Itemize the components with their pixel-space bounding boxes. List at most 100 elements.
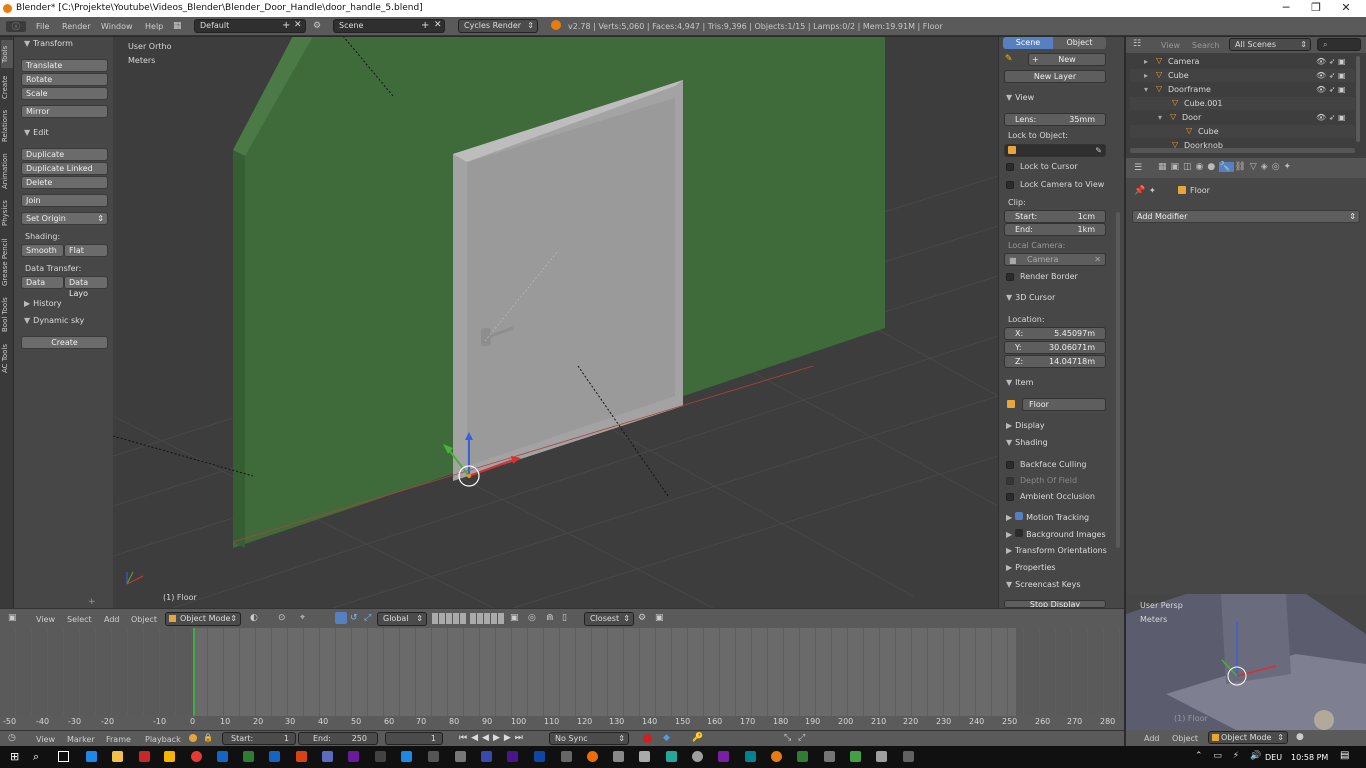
preview-add-menu[interactable]: Add — [1144, 734, 1160, 743]
preview-shading-icon[interactable]: ● — [1296, 732, 1304, 742]
outliner-view-menu[interactable]: View — [1161, 41, 1180, 50]
viewport-view-menu[interactable]: View — [36, 615, 55, 624]
menu-window[interactable]: Window — [101, 22, 133, 31]
data-layout-button[interactable]: Data Layo — [64, 276, 108, 298]
outliner-search-menu[interactable]: Search — [1192, 41, 1219, 50]
timeline-playback-menu[interactable]: Playback — [145, 735, 181, 744]
app-icon[interactable] — [666, 751, 677, 762]
checkbox-icon[interactable] — [1015, 529, 1024, 537]
cursor-x-field[interactable]: X: 5.45097m — [1004, 327, 1106, 340]
app-icon[interactable] — [824, 751, 835, 762]
app-icon[interactable] — [876, 751, 887, 762]
npanel-scrollbar[interactable] — [1116, 212, 1120, 548]
language-indicator[interactable]: DEU — [1265, 753, 1282, 762]
new-layer-button[interactable]: New Layer — [1004, 70, 1106, 83]
scale-button[interactable]: Scale — [21, 87, 108, 100]
translate-manipulator-icon[interactable] — [335, 612, 347, 624]
timeline-editor-icon[interactable]: ◷ — [8, 733, 16, 743]
app-icon[interactable] — [217, 751, 228, 762]
layer-buttons-2[interactable] — [470, 613, 504, 624]
tab-animation[interactable]: Animation — [1, 150, 13, 192]
viewport-add-menu[interactable]: Add — [104, 615, 120, 624]
join-button[interactable]: Join — [21, 194, 108, 207]
blender-taskbar-icon[interactable] — [771, 751, 782, 762]
smooth-button[interactable]: Smooth — [21, 244, 64, 257]
tab-scene[interactable]: Scene — [1003, 37, 1053, 49]
tab-relations[interactable]: Relations — [1, 106, 13, 146]
clip-end-field[interactable]: End: 1km — [1004, 223, 1106, 236]
snap-target-select[interactable]: Closest ⇕ — [584, 612, 634, 626]
properties-editor-icon[interactable]: ☰ — [1134, 163, 1142, 173]
eyedropper-icon[interactable]: ✎ — [1095, 145, 1102, 156]
sync-mode-select[interactable]: No Sync ⇕ — [549, 732, 629, 745]
cursor-z-field[interactable]: Z: 14.04718m — [1004, 355, 1106, 368]
start-frame-field[interactable]: Start: 1 — [222, 732, 296, 745]
screencast-keys-panel-header[interactable]: ▼ Screencast Keys — [1006, 580, 1080, 589]
app-icon[interactable] — [561, 751, 572, 762]
add-panel-icon[interactable]: + — [88, 597, 96, 607]
duplicate-linked-button[interactable]: Duplicate Linked — [21, 162, 108, 175]
item-name-field[interactable]: Floor — [1022, 398, 1106, 411]
display-panel-header[interactable]: ▶ Display — [1006, 421, 1045, 430]
lock-icon[interactable]: ▣ — [510, 613, 519, 623]
delete-keyframe-icon[interactable]: ⤢ — [798, 733, 805, 743]
app-icon[interactable] — [401, 751, 412, 762]
tab-ac-tools[interactable]: AC Tools — [1, 340, 13, 376]
local-camera-field[interactable]: ■ Camera ✕ — [1004, 253, 1106, 266]
lock-camera-checkbox[interactable] — [1006, 181, 1014, 189]
word-icon[interactable] — [269, 751, 280, 762]
layout-grid-icon[interactable]: ▦ — [173, 21, 182, 31]
timeline[interactable] — [0, 628, 1124, 716]
duplicate-button[interactable]: Duplicate — [21, 148, 108, 161]
background-images-panel-header[interactable]: ▶ Background Images — [1006, 529, 1106, 539]
app-icon[interactable] — [613, 751, 624, 762]
tab-grease-pencil[interactable]: Grease Pencil — [1, 234, 13, 290]
playhead[interactable] — [193, 628, 195, 716]
record-app-icon[interactable] — [191, 751, 202, 762]
clear-camera-icon[interactable]: ✕ — [1094, 254, 1101, 265]
viewport-object-menu[interactable]: Object — [131, 615, 157, 624]
menu-file[interactable]: File — [36, 22, 49, 31]
lens-field[interactable]: Lens: 35mm — [1004, 113, 1106, 126]
app-icon[interactable] — [375, 751, 386, 762]
new-grease-pencil-button[interactable]: + New — [1028, 53, 1106, 66]
view-panel-header[interactable]: ▼ View — [1006, 93, 1034, 102]
property-context-tabs[interactable]: ▦▣◫◉●🔧⛓▽◈◎✦ — [1158, 162, 1338, 175]
display-mode-select[interactable]: All Scenes ⇕ — [1229, 38, 1311, 51]
visibility-toggles[interactable]: 👁 ➶ ▣ 👁 ➶ ▣ 👁 ➶ ▣ 👁 ➶ ▣ — [1316, 55, 1355, 150]
clip-start-field[interactable]: Start: 1cm — [1004, 210, 1106, 223]
app-icon[interactable] — [745, 751, 756, 762]
notifications-icon[interactable]: ▤ — [1340, 750, 1349, 761]
app-icon[interactable] — [797, 751, 808, 762]
viewport-editor-icon[interactable]: ▣ — [8, 613, 17, 623]
menu-render[interactable]: Render — [62, 22, 90, 31]
search-icon[interactable]: ⌕ — [33, 750, 39, 764]
premiere-icon[interactable] — [481, 751, 492, 762]
photoshop-icon[interactable] — [534, 751, 545, 762]
transform-orientations-panel-header[interactable]: ▶ Transform Orientations — [1006, 546, 1107, 555]
flat-button[interactable]: Flat — [64, 244, 108, 257]
chrome-icon[interactable] — [164, 751, 175, 762]
filezilla-icon[interactable] — [139, 751, 150, 762]
edit-panel-header[interactable]: ▼ Edit — [24, 128, 49, 137]
outliner-scrollbar[interactable] — [1356, 56, 1360, 142]
set-origin-select[interactable]: Set Origin ⇕ — [21, 212, 108, 225]
outliner-editor-icon[interactable]: ☷ — [1133, 39, 1141, 49]
system-tray-icons[interactable]: ⌃ ▭ ⚡ 🔊 — [1195, 751, 1265, 761]
keyframe-icon[interactable]: ◆ — [663, 733, 670, 743]
stop-display-button[interactable]: Stop Display — [1004, 600, 1106, 608]
app-icon[interactable] — [903, 751, 914, 762]
item-panel-header[interactable]: ▼ Item — [1006, 378, 1033, 387]
delete-button[interactable]: Delete — [21, 176, 108, 189]
app-icon[interactable] — [692, 751, 703, 762]
tab-bool-tools[interactable]: Bool Tools — [1, 294, 13, 336]
add-layout-icon[interactable]: + — [282, 20, 290, 31]
translate-button[interactable]: Translate — [21, 59, 108, 72]
preview-object-menu[interactable]: Object — [1172, 734, 1198, 743]
render-border-checkbox[interactable] — [1006, 273, 1014, 281]
preview-range-icon[interactable] — [189, 734, 197, 742]
viewport-select-menu[interactable]: Select — [67, 615, 92, 624]
close-button[interactable]: ✕ — [1326, 0, 1366, 17]
rotate-manipulator-icon[interactable]: ↺ — [350, 613, 358, 623]
tab-physics[interactable]: Physics — [1, 196, 13, 230]
